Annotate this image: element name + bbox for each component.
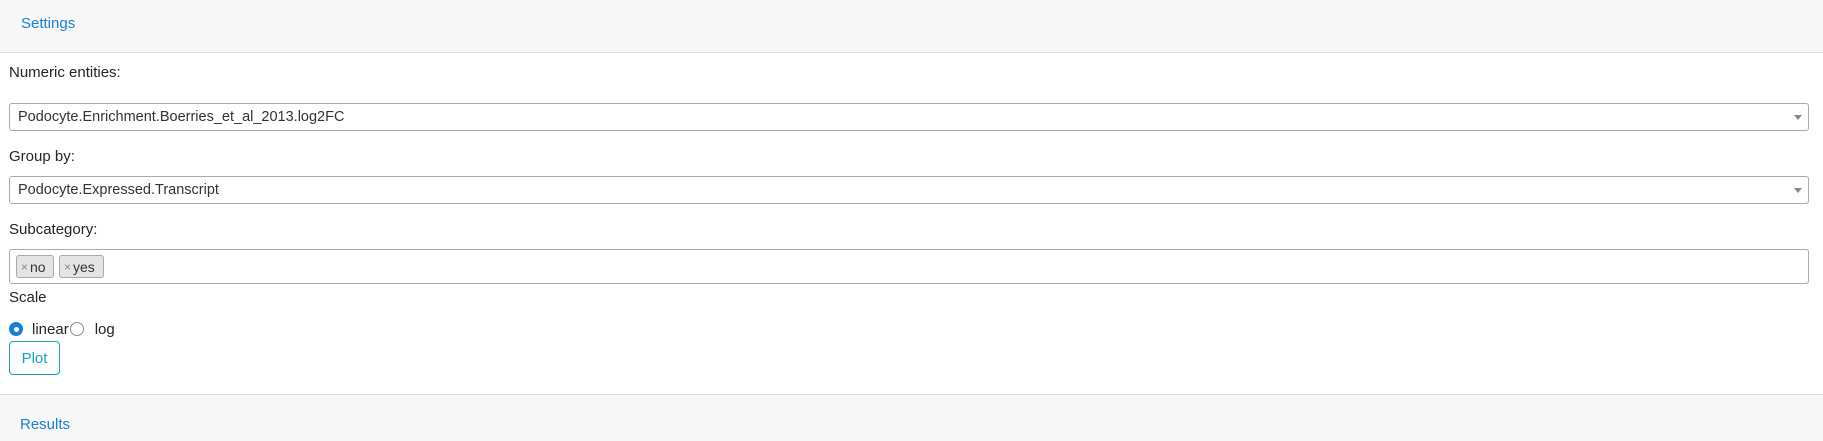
scale-linear-radio[interactable] [9,322,23,336]
scale-radio-group: linear log [9,320,115,338]
subcategory-label: Subcategory: [9,221,98,238]
numeric-entities-select[interactable]: Podocyte.Enrichment.Boerries_et_al_2013.… [9,103,1809,131]
chevron-down-icon [1794,115,1802,120]
group-by-select[interactable]: Podocyte.Expressed.Transcript [9,176,1809,204]
subcategory-chip-no: × no [16,255,54,278]
results-panel-header: Results [0,394,1823,441]
scale-linear-label[interactable]: linear [32,321,69,338]
settings-tab-link[interactable]: Settings [21,15,75,32]
group-by-value: Podocyte.Expressed.Transcript [18,182,219,198]
plot-button[interactable]: Plot [9,341,60,375]
subcategory-multiselect[interactable]: × no × yes [9,249,1809,284]
scale-label: Scale [9,289,47,306]
settings-panel-header: Settings [0,0,1823,53]
numeric-entities-label: Numeric entities: [9,64,121,81]
scale-log-label[interactable]: log [95,321,115,338]
remove-chip-icon[interactable]: × [21,260,28,274]
subcategory-chip-yes: × yes [59,255,104,278]
chevron-down-icon [1794,188,1802,193]
numeric-entities-value: Podocyte.Enrichment.Boerries_et_al_2013.… [18,109,345,125]
group-by-label: Group by: [9,148,75,165]
results-tab-link[interactable]: Results [20,416,70,433]
chip-label: yes [73,258,95,275]
scale-log-radio[interactable] [69,322,84,336]
remove-chip-icon[interactable]: × [64,260,71,274]
chip-label: no [30,258,46,275]
